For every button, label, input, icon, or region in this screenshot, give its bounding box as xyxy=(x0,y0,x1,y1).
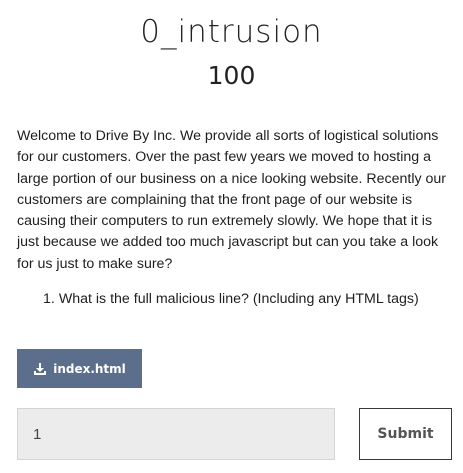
download-file-button[interactable]: index.html xyxy=(17,349,142,388)
download-icon xyxy=(33,362,47,376)
challenge-value: 100 xyxy=(207,61,256,90)
download-file-label: index.html xyxy=(53,361,126,376)
question-item: 1. What is the full malicious line? (Incl… xyxy=(43,289,453,310)
flag-input[interactable] xyxy=(17,408,335,460)
submit-button[interactable]: Submit xyxy=(359,408,452,460)
question-text: What is the full malicious line? (Includ… xyxy=(58,291,419,307)
challenge-name: 0_intrusion xyxy=(140,14,323,50)
question-list: 1. What is the full malicious line? (Incl… xyxy=(43,289,453,310)
question-number: 1. xyxy=(43,291,55,307)
challenge-description: Welcome to Drive By Inc. We provide all … xyxy=(17,128,447,272)
